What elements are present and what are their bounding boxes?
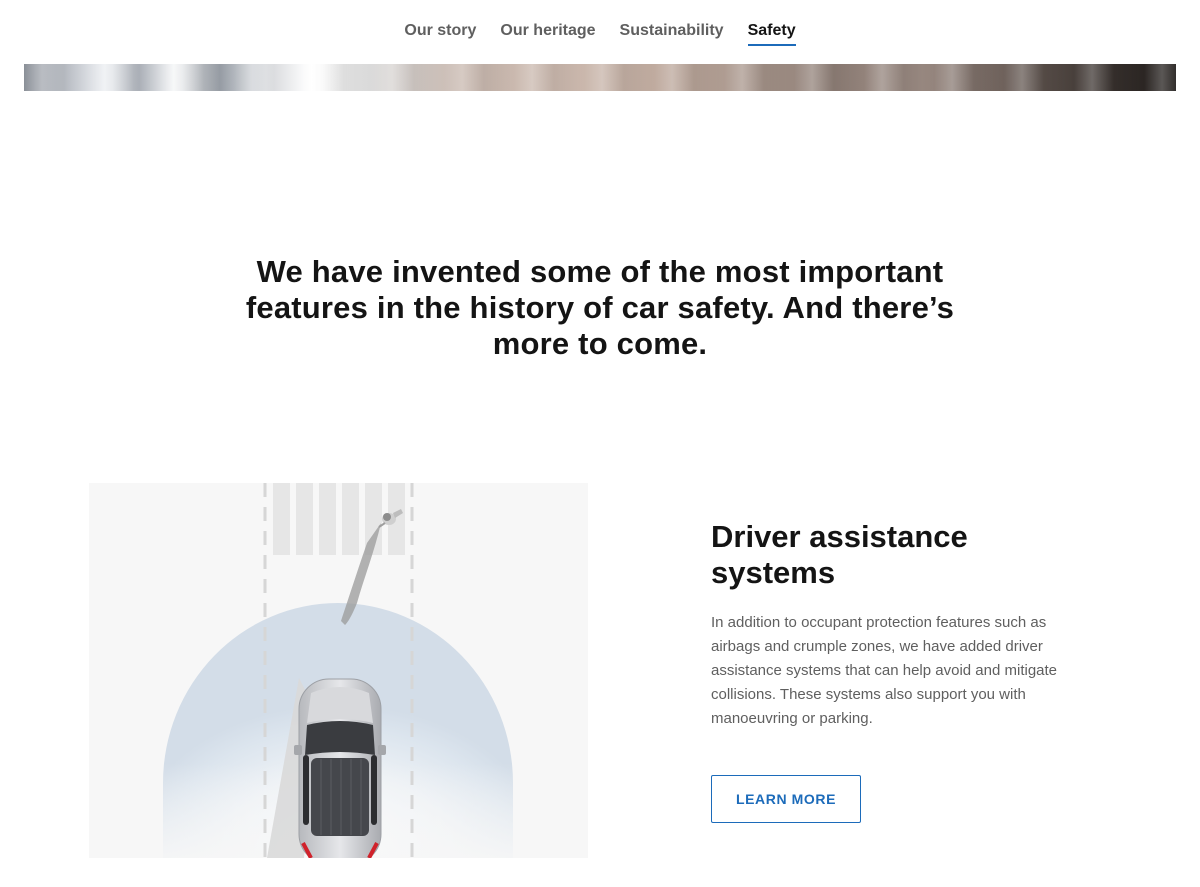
safety-illustration — [89, 483, 588, 858]
section-nav: Our story Our heritage Sustainability Sa… — [0, 0, 1200, 64]
feature-description: In addition to occupant protection featu… — [711, 614, 1058, 727]
nav-item-our-story[interactable]: Our story — [404, 0, 476, 42]
feature-section: Driver assistance systems In addition to… — [711, 519, 1091, 731]
nav-item-safety[interactable]: Safety — [747, 0, 796, 46]
feature-title: Driver assistance systems — [711, 519, 968, 590]
hero-image-strip — [24, 64, 1176, 91]
nav-item-our-heritage[interactable]: Our heritage — [500, 0, 595, 42]
page-headline: We have invented some of the most import… — [245, 254, 955, 361]
nav-item-sustainability[interactable]: Sustainability — [620, 0, 724, 42]
learn-more-button[interactable]: LEARN MORE — [711, 775, 861, 823]
